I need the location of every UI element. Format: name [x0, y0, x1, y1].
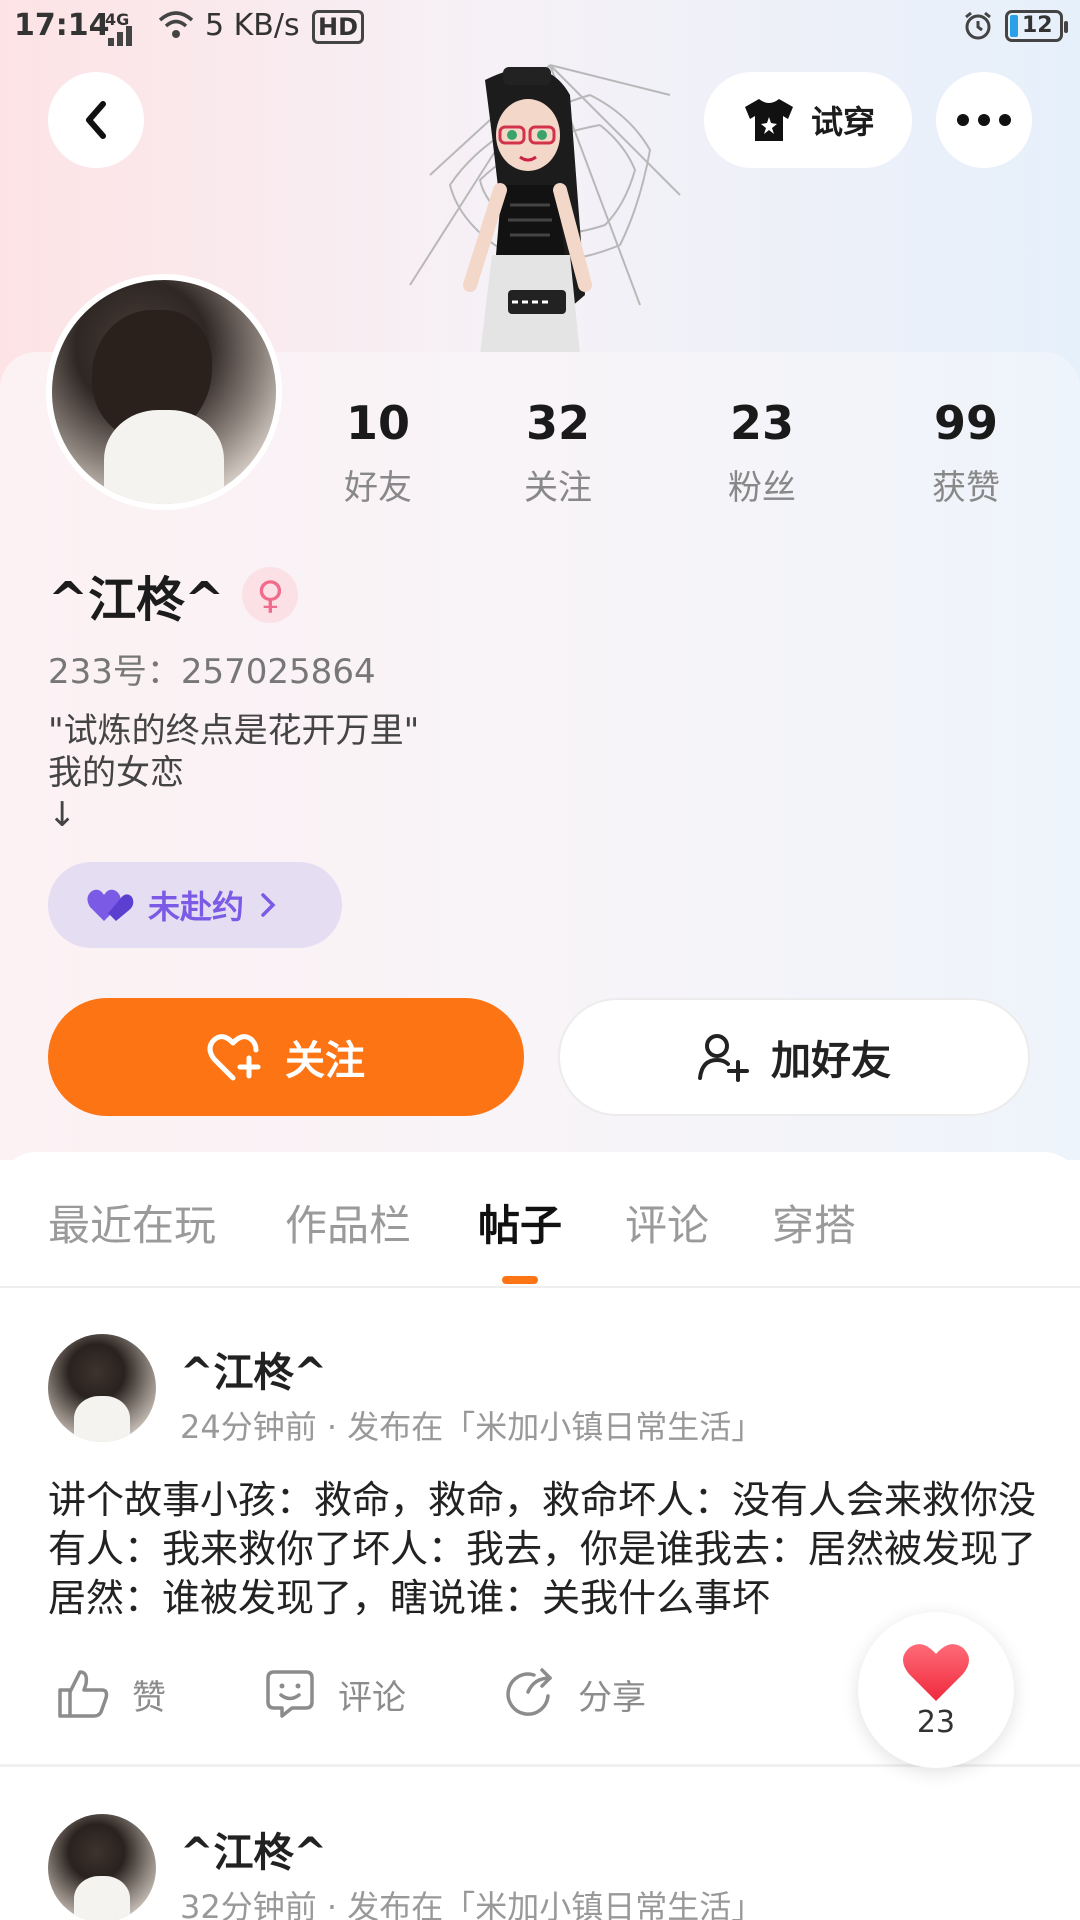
hd-icon: HD	[312, 10, 365, 44]
stat-likes[interactable]: 99 获赞	[886, 396, 1046, 509]
profile-bio: "试炼的终点是花开万里" 我的女恋 ↓	[48, 710, 419, 836]
alarm-icon	[962, 10, 994, 50]
try-on-label: 试穿	[810, 103, 875, 141]
post-author-name[interactable]: ^江柊^	[180, 1820, 327, 1878]
network-speed: 5 KB/s	[205, 8, 300, 43]
add-friend-label: 加好友	[771, 1038, 891, 1084]
post-meta: 32分钟前 · 发布在「米加小镇日常生活」	[180, 1888, 764, 1920]
date-status-label: 未赴约	[148, 888, 245, 926]
post-meta: 24分钟前 · 发布在「米加小镇日常生活」	[180, 1408, 764, 1446]
status-bar: 17:14 4G 5 KB/s HD 12	[0, 0, 1080, 56]
comment-button[interactable]: 评论	[264, 1668, 406, 1720]
share-icon	[506, 1668, 552, 1716]
stat-following[interactable]: 32 关注	[478, 396, 638, 509]
stat-value: 23	[729, 396, 794, 450]
post-author-name[interactable]: ^江柊^	[180, 1340, 327, 1398]
add-friend-button[interactable]: 加好友	[558, 998, 1030, 1116]
tabs-divider	[0, 1286, 1080, 1288]
date-status-pill[interactable]: 未赴约	[48, 862, 342, 948]
share-label: 分享	[578, 1677, 646, 1718]
stat-label: 关注	[524, 468, 592, 508]
more-button[interactable]	[936, 72, 1032, 168]
chevron-right-icon	[261, 893, 276, 917]
stat-value: 99	[933, 396, 998, 450]
tab-comments[interactable]: 评论	[625, 1192, 709, 1253]
profile-name-row: ^江柊^ ♀	[48, 560, 299, 630]
wifi-icon	[158, 10, 194, 48]
try-on-button[interactable]: 试穿	[704, 72, 912, 168]
stat-label: 好友	[344, 468, 412, 508]
avatar-shirt-shape	[74, 1876, 130, 1920]
bio-line: "试炼的终点是花开万里"	[48, 711, 420, 751]
stat-friends[interactable]: 10 好友	[298, 396, 458, 509]
battery-icon: 12	[1005, 10, 1068, 42]
follow-label: 关注	[285, 1038, 365, 1084]
follow-button[interactable]: 关注	[48, 998, 524, 1116]
chevron-left-icon	[86, 101, 106, 139]
status-time: 17:14	[14, 8, 110, 43]
heart-icon	[903, 1643, 969, 1701]
more-dots-icon	[957, 114, 1011, 126]
like-label: 赞	[132, 1677, 166, 1718]
profile-name: ^江柊^	[48, 572, 225, 628]
heart-pair-icon	[87, 889, 134, 921]
heart-plus-icon	[207, 1034, 261, 1081]
stat-value: 10	[345, 396, 410, 450]
tab-posts[interactable]: 帖子	[478, 1192, 562, 1253]
avatar-shirt-shape	[74, 1396, 130, 1442]
tab-works[interactable]: 作品栏	[285, 1192, 411, 1253]
tab-recent-play[interactable]: 最近在玩	[48, 1192, 216, 1253]
like-button[interactable]: 赞	[56, 1668, 166, 1720]
comment-label: 评论	[338, 1677, 406, 1718]
signal-icon	[108, 26, 132, 46]
tab-outfits[interactable]: 穿搭	[772, 1192, 856, 1253]
add-user-icon	[698, 1034, 749, 1082]
stat-label: 获赞	[932, 468, 1000, 508]
avatar-character-image	[409, 64, 681, 355]
stat-value: 32	[525, 396, 590, 450]
comment-icon	[266, 1670, 314, 1718]
thumbs-up-icon	[58, 1670, 109, 1718]
battery-level: 12	[1022, 13, 1053, 38]
stat-label: 粉丝	[728, 468, 796, 508]
avatar-shirt-shape	[104, 410, 224, 504]
active-tab-indicator	[502, 1276, 538, 1284]
post-author-avatar[interactable]	[48, 1334, 156, 1442]
profile-tabs: 最近在玩 作品栏 帖子 评论 穿搭	[0, 1192, 1080, 1252]
floating-like-button[interactable]: 23	[858, 1612, 1014, 1768]
share-button[interactable]: 分享	[504, 1668, 646, 1720]
bio-line: 我的女恋	[48, 753, 184, 793]
profile-uid: 233号：257025864	[48, 652, 376, 692]
tshirt-icon	[744, 99, 793, 141]
female-gender-icon: ♀	[242, 567, 299, 623]
floating-like-count: 23	[916, 1704, 956, 1740]
post-body[interactable]: 讲个故事小孩：救命，救命，救命坏人：没有人会来救你没有人：我来救你了坏人：我去，…	[48, 1476, 1048, 1623]
bio-line: ↓	[48, 795, 77, 835]
back-button[interactable]	[48, 72, 144, 168]
post-author-avatar[interactable]	[48, 1814, 156, 1920]
stat-fans[interactable]: 23 粉丝	[682, 396, 842, 509]
profile-avatar[interactable]	[46, 274, 282, 510]
